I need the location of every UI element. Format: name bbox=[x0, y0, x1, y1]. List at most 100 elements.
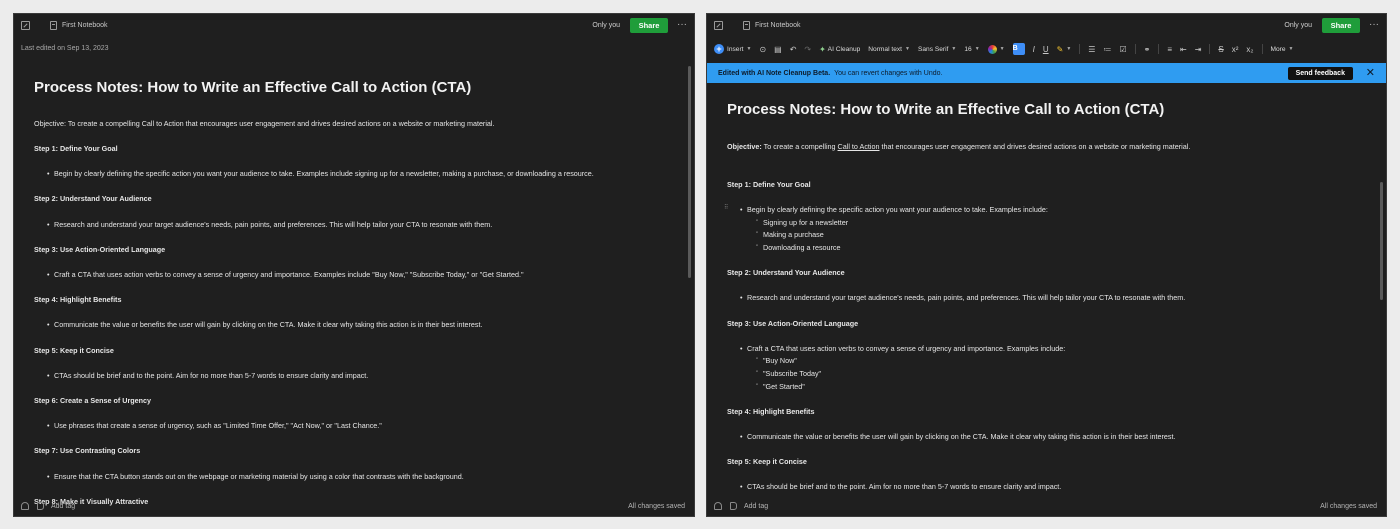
highlight-picker[interactable]: ✎ ▼ bbox=[1057, 45, 1072, 54]
text-style-dropdown[interactable]: Normal text ▼ bbox=[868, 46, 910, 53]
save-status: All changes saved bbox=[628, 502, 685, 510]
more-label: More bbox=[1270, 45, 1286, 53]
more-options-icon[interactable]: ··· bbox=[677, 20, 687, 30]
step-heading[interactable]: Step 1: Define Your Goal bbox=[727, 180, 811, 189]
bullet-item[interactable]: Research and understand your target audi… bbox=[34, 220, 492, 229]
step-heading[interactable]: Step 2: Understand Your Audience bbox=[34, 194, 152, 203]
step-heading[interactable]: Step 1: Define Your Goal bbox=[34, 144, 118, 153]
close-icon[interactable]: ✕ bbox=[1366, 67, 1375, 79]
step-heading[interactable]: Step 2: Understand Your Audience bbox=[727, 268, 845, 277]
objective-paragraph[interactable]: Objective: To create a compelling Call t… bbox=[34, 119, 495, 128]
note-title[interactable]: Process Notes: How to Write an Effective… bbox=[34, 79, 680, 96]
reminder-icon[interactable] bbox=[714, 502, 722, 510]
note-title[interactable]: Process Notes: How to Write an Effective… bbox=[727, 101, 1372, 118]
scrollbar[interactable] bbox=[688, 66, 691, 278]
bullet-item[interactable]: CTAs should be brief and to the point. A… bbox=[34, 371, 368, 380]
note-body[interactable]: Process Notes: How to Write an Effective… bbox=[724, 101, 1372, 491]
toolbar-divider bbox=[1079, 44, 1081, 54]
sub-bullet-item[interactable]: "Get Started" bbox=[727, 382, 805, 391]
step-heading[interactable]: Step 4: Highlight Benefits bbox=[34, 295, 121, 304]
sparkle-icon: ✦ bbox=[819, 44, 826, 54]
checklist-format-icon[interactable]: ☑ bbox=[1119, 45, 1126, 54]
numbered-list-icon[interactable]: ≔ bbox=[1103, 45, 1111, 54]
objective-text-pre: To create a compelling bbox=[761, 142, 838, 151]
notebook-name[interactable]: First Notebook bbox=[755, 22, 801, 29]
ai-cleanup-button[interactable]: ✦ AI Cleanup bbox=[819, 45, 860, 54]
note-footer: Add tag All changes saved bbox=[707, 496, 1386, 516]
sub-bullet-item[interactable]: "Buy Now" bbox=[727, 356, 797, 365]
share-button[interactable]: Share bbox=[630, 17, 668, 33]
send-feedback-button[interactable]: Send feedback bbox=[1287, 66, 1353, 80]
align-icon[interactable]: ≡ bbox=[1167, 45, 1172, 54]
note-header: First Notebook Only you Share ··· bbox=[14, 14, 694, 36]
objective-text-post: that encourages user engagement and driv… bbox=[879, 142, 1191, 151]
sub-bullet-item[interactable]: Making a purchase bbox=[727, 230, 824, 239]
toolbar-divider bbox=[1134, 44, 1136, 54]
underline-button[interactable]: U bbox=[1043, 45, 1049, 54]
bullet-item[interactable]: Communicate the value or benefits the us… bbox=[727, 432, 1176, 441]
step-heading[interactable]: Step 6: Create a Sense of Urgency bbox=[34, 396, 151, 405]
indent-decrease-icon[interactable]: ⇤ bbox=[1180, 45, 1187, 54]
bullet-item[interactable]: Craft a CTA that uses action verbs to co… bbox=[34, 270, 524, 279]
toolbar-divider bbox=[1209, 44, 1211, 54]
superscript-icon[interactable]: x² bbox=[1232, 45, 1239, 54]
more-formatting-menu[interactable]: More ▼ bbox=[1271, 46, 1294, 53]
redo-icon[interactable]: ↷ bbox=[804, 45, 811, 54]
notebook-name[interactable]: First Notebook bbox=[62, 22, 108, 29]
plus-icon: + bbox=[714, 44, 724, 54]
bullet-item[interactable]: Begin by clearly defining the specific a… bbox=[727, 205, 1048, 214]
bullet-item[interactable]: Begin by clearly defining the specific a… bbox=[34, 169, 594, 178]
indent-increase-icon[interactable]: ⇥ bbox=[1195, 45, 1202, 54]
more-options-icon[interactable]: ··· bbox=[1369, 20, 1379, 30]
note-body[interactable]: Process Notes: How to Write an Effective… bbox=[34, 79, 680, 506]
chevron-down-icon: ▼ bbox=[1288, 46, 1294, 52]
ai-cleanup-label: AI Cleanup bbox=[827, 45, 861, 53]
step-heading[interactable]: Step 5: Keep it Concise bbox=[727, 457, 807, 466]
insert-menu[interactable]: + Insert ▼ bbox=[714, 44, 751, 54]
note-footer: Add tag All changes saved bbox=[14, 496, 694, 516]
text-color-picker[interactable]: ▼ bbox=[987, 44, 1005, 54]
add-tag-link[interactable]: Add tag bbox=[744, 503, 768, 510]
checklist-icon[interactable]: ⊙ bbox=[759, 45, 766, 54]
step-heading[interactable]: Step 4: Highlight Benefits bbox=[727, 407, 814, 416]
sub-bullet-item[interactable]: Signing up for a newsletter bbox=[727, 218, 848, 227]
expand-icon[interactable] bbox=[21, 20, 30, 30]
subscript-icon[interactable]: x₂ bbox=[1246, 45, 1253, 54]
font-size-dropdown[interactable]: 16 ▼ bbox=[964, 46, 979, 53]
sub-bullet-item[interactable]: Downloading a resource bbox=[727, 243, 841, 252]
strikethrough-icon[interactable]: S bbox=[1218, 45, 1223, 54]
scrollbar[interactable] bbox=[1380, 182, 1383, 300]
italic-button[interactable]: I bbox=[1033, 45, 1035, 54]
bullet-item[interactable]: Communicate the value or benefits the us… bbox=[34, 320, 483, 329]
notebook-icon bbox=[743, 20, 750, 30]
bulleted-list-icon[interactable]: ☰ bbox=[1088, 45, 1095, 54]
step-heading[interactable]: Step 3: Use Action-Oriented Language bbox=[727, 319, 858, 328]
link-icon[interactable]: ⚭ bbox=[1144, 45, 1151, 54]
tag-icon[interactable] bbox=[730, 502, 737, 510]
expand-icon[interactable] bbox=[714, 20, 723, 30]
sub-bullet-item[interactable]: "Subscribe Today" bbox=[727, 369, 821, 378]
note-panel-cleaned: First Notebook Only you Share ··· + Inser… bbox=[706, 13, 1387, 517]
reminder-icon[interactable] bbox=[21, 502, 29, 510]
bullet-item[interactable]: Research and understand your target audi… bbox=[727, 293, 1185, 302]
calendar-icon[interactable]: ▤ bbox=[774, 45, 782, 54]
bullet-item[interactable]: Use phrases that create a sense of urgen… bbox=[34, 421, 382, 430]
cta-link[interactable]: Call to Action bbox=[838, 142, 880, 151]
bullet-item[interactable]: Ensure that the CTA button stands out on… bbox=[34, 472, 464, 481]
step-heading[interactable]: Step 3: Use Action-Oriented Language bbox=[34, 245, 165, 254]
insert-label: Insert bbox=[727, 45, 744, 53]
chevron-down-icon: ▼ bbox=[951, 46, 957, 52]
font-dropdown[interactable]: Sans Serif ▼ bbox=[918, 46, 956, 53]
step-heading[interactable]: Step 7: Use Contrasting Colors bbox=[34, 446, 140, 455]
chevron-down-icon: ▼ bbox=[746, 46, 752, 52]
bullet-item[interactable]: CTAs should be brief and to the point. A… bbox=[727, 482, 1061, 491]
add-tag-link[interactable]: Add tag bbox=[51, 503, 75, 510]
tag-icon[interactable] bbox=[37, 502, 44, 510]
undo-icon[interactable]: ↶ bbox=[790, 45, 797, 54]
bullet-item[interactable]: Craft a CTA that uses action verbs to co… bbox=[727, 344, 1065, 353]
share-button[interactable]: Share bbox=[1322, 17, 1360, 33]
bold-button[interactable]: B bbox=[1012, 43, 1025, 55]
objective-paragraph[interactable]: Objective: To create a compelling Call t… bbox=[727, 142, 1190, 151]
color-wheel-icon bbox=[987, 44, 997, 54]
step-heading[interactable]: Step 5: Keep it Concise bbox=[34, 346, 114, 355]
